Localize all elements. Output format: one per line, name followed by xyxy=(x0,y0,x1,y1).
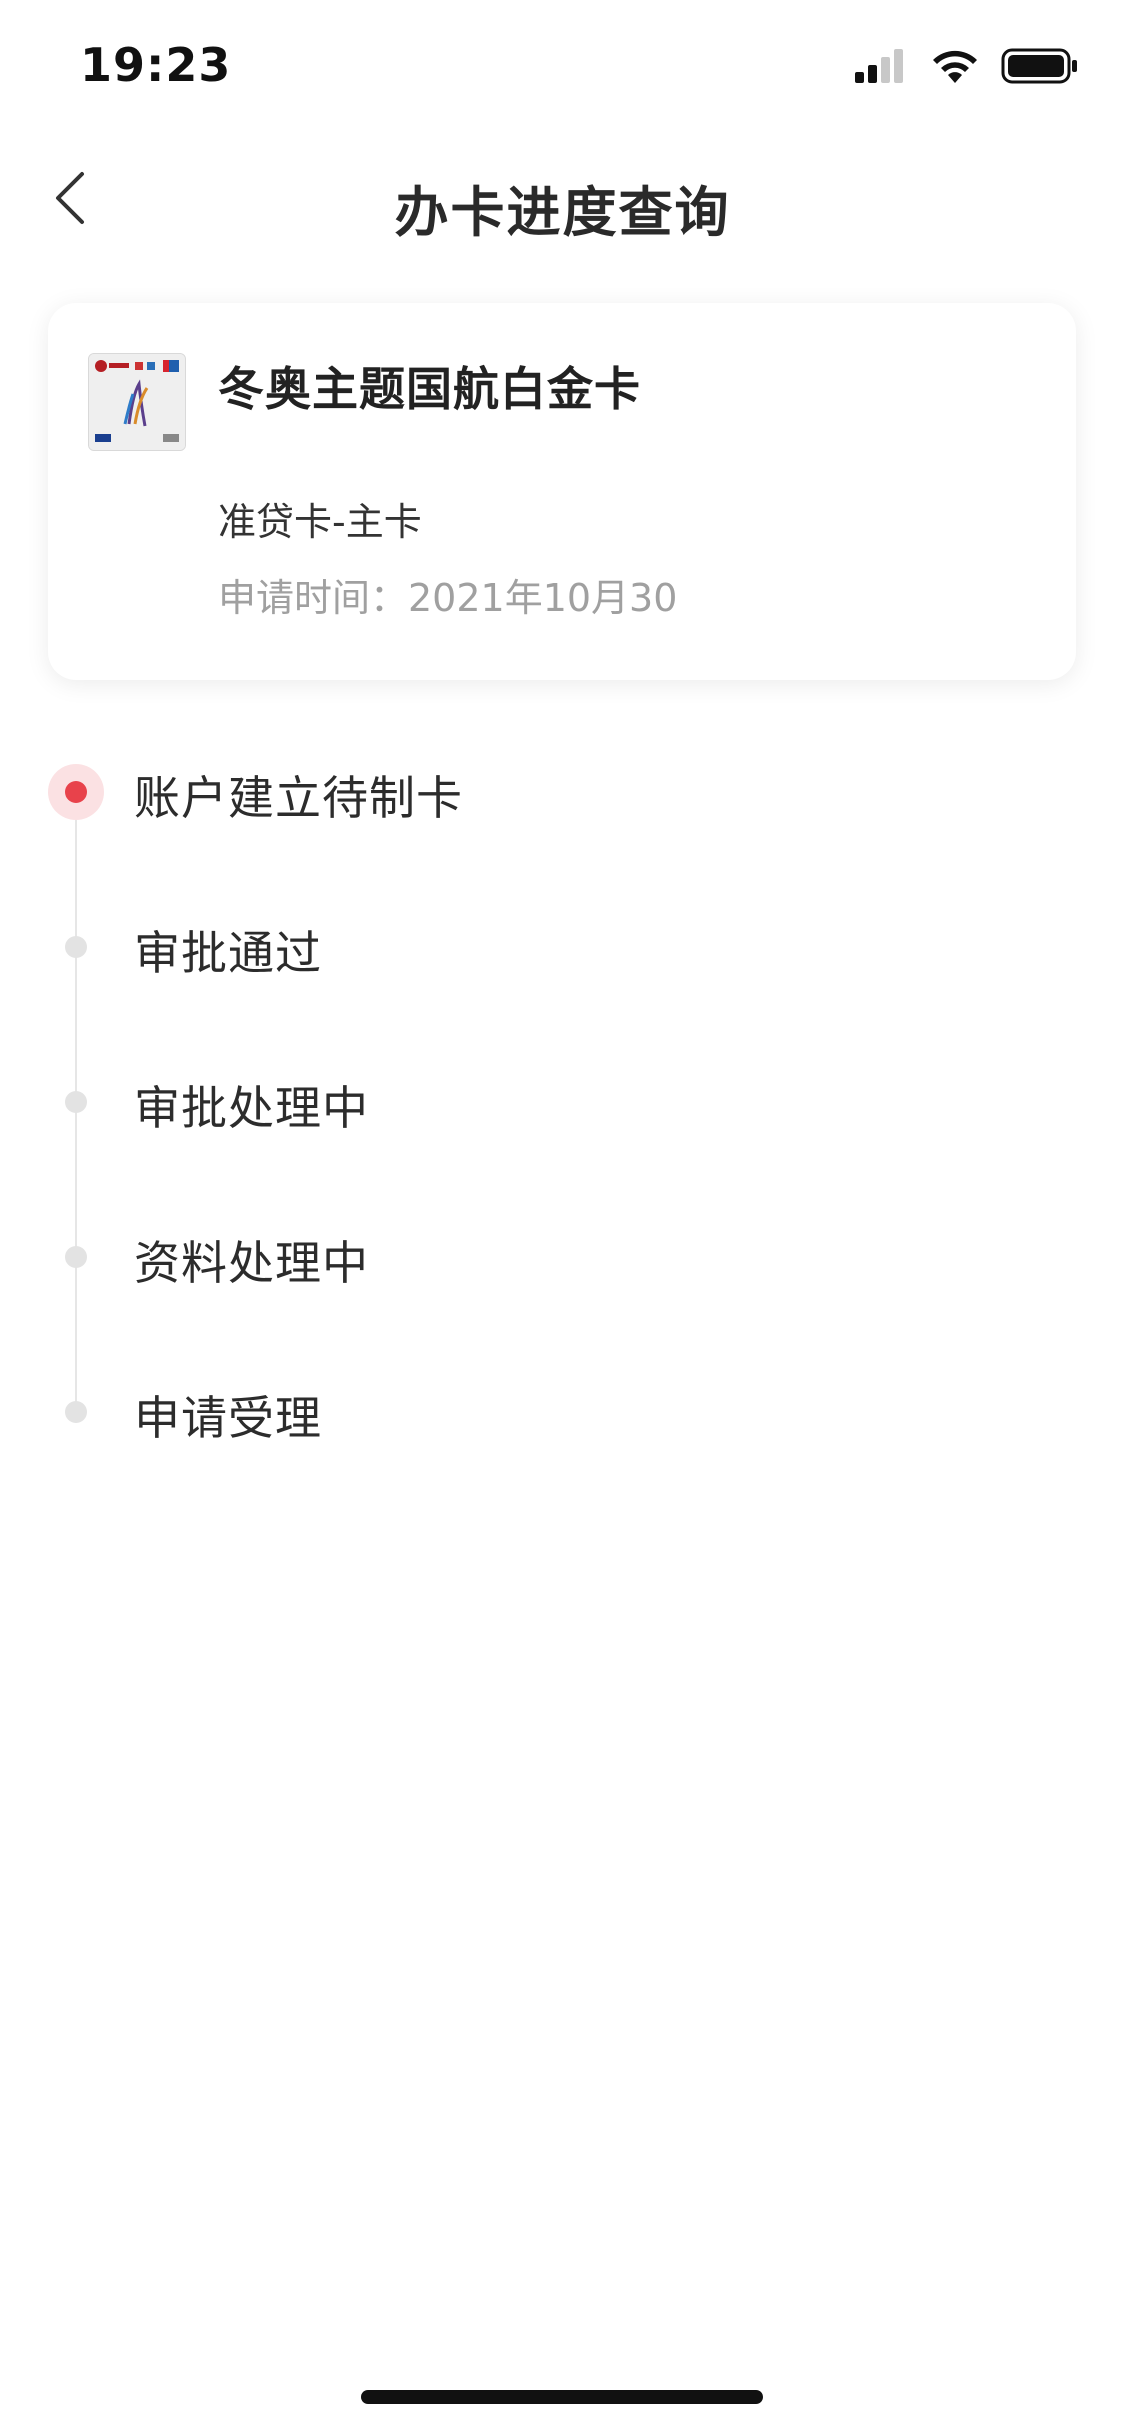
home-indicator[interactable] xyxy=(361,2390,763,2404)
card-name: 冬奥主题国航白金卡 xyxy=(218,362,641,416)
card-info-panel[interactable]: 冬奥主题国航白金卡 准贷卡-主卡 申请时间：2021年10月30 xyxy=(48,303,1076,680)
card-thumbnail xyxy=(88,353,186,451)
timeline-item: 账户建立待制卡 xyxy=(0,740,1125,840)
active-step-dot xyxy=(65,781,87,803)
progress-timeline: 账户建立待制卡 审批通过 审批处理中 资料处理中 申请受理 xyxy=(0,740,1125,1500)
nav-bar: 办卡进度查询 xyxy=(0,150,1125,250)
card-type: 准贷卡-主卡 xyxy=(218,500,422,544)
battery-icon xyxy=(1001,47,1079,89)
wifi-icon xyxy=(929,47,981,89)
apply-time: 申请时间：2021年10月30 xyxy=(218,576,678,620)
timeline-label: 申请受理 xyxy=(134,1391,322,1445)
timeline-item: 审批处理中 xyxy=(0,1050,1125,1150)
cellular-signal-icon xyxy=(853,48,909,88)
status-time: 19:23 xyxy=(80,38,232,92)
page-title: 办卡进度查询 xyxy=(394,181,731,244)
timeline-item: 审批通过 xyxy=(0,895,1125,995)
timeline-label: 审批处理中 xyxy=(134,1081,369,1135)
step-dot xyxy=(65,1246,87,1268)
timeline-label: 账户建立待制卡 xyxy=(134,771,463,825)
step-dot xyxy=(65,936,87,958)
timeline-label: 资料处理中 xyxy=(134,1236,369,1290)
timeline-item: 资料处理中 xyxy=(0,1205,1125,1305)
timeline-item: 申请受理 xyxy=(0,1360,1125,1460)
step-dot xyxy=(65,1401,87,1423)
step-dot xyxy=(65,1091,87,1113)
status-icons xyxy=(853,48,1079,88)
status-bar: 19:23 xyxy=(0,0,1125,140)
timeline-label: 审批通过 xyxy=(134,926,322,980)
